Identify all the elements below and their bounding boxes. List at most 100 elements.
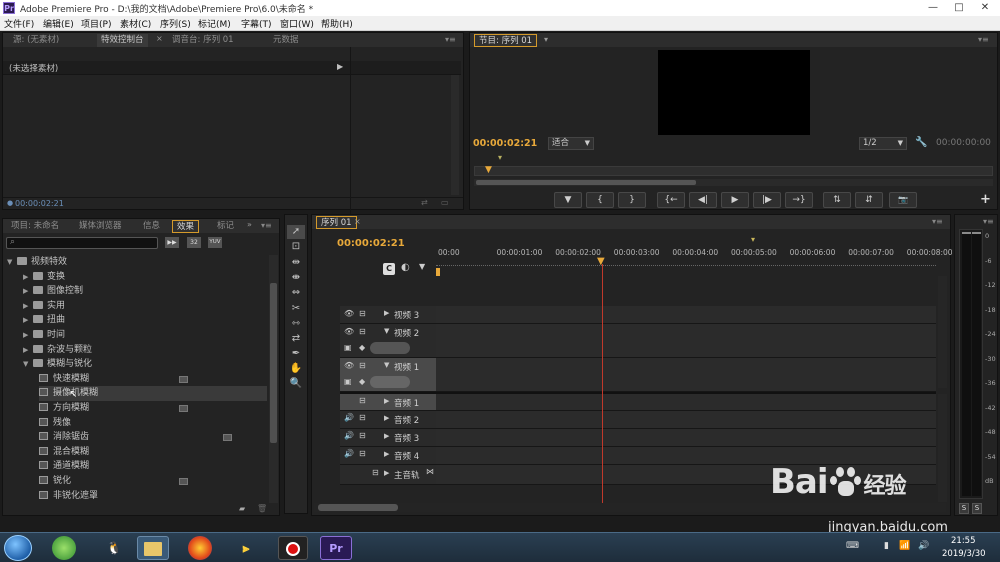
lock-icon[interactable]: ⊟ [359,449,366,458]
playhead-icon[interactable]: ▼ [485,165,492,175]
start-button-icon[interactable] [4,535,32,561]
track-select-tool-icon[interactable]: ⊡ [287,240,305,254]
rate-stretch-tool-icon[interactable]: ⇔ [287,286,305,300]
zoom-scroll-thumb[interactable] [476,180,696,185]
expand-arrow-icon[interactable]: ▶ [337,62,343,71]
track-content-audio-1[interactable] [436,394,936,411]
track-content-audio-3[interactable] [436,429,936,447]
video-tracks-scrollbar[interactable] [938,276,947,388]
effect-item[interactable]: 摄像机模糊 ↖ [39,386,267,401]
track-content-video-3[interactable] [436,306,936,324]
effect-item[interactable]: 混合模糊 [39,445,267,460]
expand-arrow-icon[interactable]: ▶ [384,450,389,458]
tab-close-icon[interactable]: × [354,217,361,226]
tab-overflow-icon[interactable]: » [247,220,252,229]
marker-icon[interactable]: ▼ [419,262,425,271]
effect-folder[interactable]: ▼ 模糊与锐化 [23,357,267,372]
keyframe-icon[interactable]: ◆ [359,377,365,386]
effect-item[interactable]: 快速模糊 [39,372,267,387]
selection-tool-icon[interactable]: ➚ [287,225,305,239]
display-style-icon[interactable]: ▣ [344,377,352,386]
effect-folder[interactable]: ▶ 图像控制 [23,284,267,299]
effect-item[interactable]: 锐化 [39,474,267,489]
panel-menu-icon[interactable]: ▾≡ [983,217,994,226]
timeline-zoom-thumb[interactable] [318,504,398,511]
collapse-arrow-icon[interactable]: ▼ [23,357,33,372]
eye-icon[interactable]: 👁 [344,309,354,318]
expand-arrow-icon[interactable]: ▶ [23,270,33,285]
playhead-line[interactable] [602,264,603,504]
menu-sequence[interactable]: 序列(S) [160,17,191,30]
delete-icon[interactable]: 🗑 [257,504,267,513]
slide-tool-icon[interactable]: ⇄ [287,332,305,346]
solo-right-button[interactable]: S [972,503,982,514]
effect-folder[interactable]: ▶ 时间 [23,328,267,343]
tab-metadata[interactable]: 元数据 [269,34,303,47]
expand-arrow-icon[interactable]: ▶ [23,343,33,358]
pen-tool-icon[interactable]: ✒ [287,347,305,361]
tab-sequence[interactable]: 序列 01 [316,216,357,229]
tree-scroll-thumb[interactable] [270,283,277,443]
zoom-scrollbar[interactable] [474,179,993,186]
expand-arrow-icon[interactable]: ▶ [384,414,389,422]
menu-help[interactable]: 帮助(H) [321,17,353,30]
tab-effect-controls[interactable]: 特效控制台 [97,34,148,47]
timeline-timecode[interactable]: 00:00:02:21 [337,238,405,249]
menu-project[interactable]: 项目(P) [81,17,111,30]
effect-folder[interactable]: ▶ 杂波与颗粒 [23,343,267,358]
yuv-effects-toggle[interactable]: YUV [208,237,222,248]
expand-arrow-icon[interactable]: ▶ [384,397,389,405]
lock-icon[interactable]: ⊟ [359,327,366,336]
search-input[interactable]: ⌕ [6,237,158,249]
zoom-tool-icon[interactable]: 🔍 [287,377,305,391]
menu-window[interactable]: 窗口(W) [280,17,314,30]
lock-icon[interactable]: ⊟ [359,431,366,440]
menu-file[interactable]: 文件(F) [4,17,34,30]
wrench-icon[interactable]: 🔧 [915,137,927,148]
tab-media-browser[interactable]: 媒体浏览器 [75,220,126,233]
firefox-icon[interactable] [188,536,212,560]
track-header-audio-1[interactable]: ⊟ ▶ 音频 1 [340,394,436,411]
track-header-video-2[interactable]: 👁 ⊟ ▼ 视频 2 ▣ ◆ [340,324,436,358]
audio-tracks-scrollbar[interactable] [938,394,947,502]
lock-icon[interactable]: ⊟ [359,396,366,405]
track-content-video-1[interactable] [436,358,936,392]
solo-left-button[interactable]: S [959,503,969,514]
scrollbar[interactable] [451,75,459,195]
expand-arrow-icon[interactable]: ▶ [384,469,389,477]
maximize-button[interactable]: □ [946,0,972,16]
panel-menu-icon[interactable]: ▾≡ [445,35,456,44]
go-to-out-button[interactable]: →} [785,192,813,208]
effect-folder[interactable]: ▶ 实用 [23,299,267,314]
effect-folder[interactable]: ▶ 扭曲 [23,313,267,328]
export-icon[interactable]: ▭ [441,198,449,207]
track-header-audio-2[interactable]: 🔊 ⊟ ▶ 音频 2 [340,411,436,429]
menu-marker[interactable]: 标记(M) [198,17,231,30]
volume-icon[interactable]: 🔊 [918,541,929,551]
menu-clip[interactable]: 素材(C) [120,17,151,30]
tree-scrollbar[interactable] [269,255,278,503]
collapse-arrow-icon[interactable]: ▼ [7,255,17,270]
track-header-master[interactable]: ⊟ ▶ 主音轨 ⋈ [340,465,436,485]
work-area-start[interactable] [436,268,440,276]
go-to-in-button[interactable]: {← [657,192,685,208]
lock-icon[interactable]: ⊟ [372,468,379,477]
step-forward-button[interactable]: |▶ [753,192,781,208]
razor-tool-icon[interactable]: ✂ [287,302,305,316]
step-back-button[interactable]: ◀| [689,192,717,208]
track-content-audio-2[interactable] [436,411,936,429]
video-preview[interactable] [658,50,810,135]
media-player-icon[interactable]: ⫸ [232,536,260,560]
display-style-icon[interactable]: ▣ [344,343,352,352]
ripple-edit-tool-icon[interactable]: ⇹ [287,256,305,270]
master-output-icon[interactable]: ⋈ [426,467,434,476]
track-content-video-2[interactable] [436,324,936,358]
extract-button[interactable]: ⇵ [855,192,883,208]
device-icon[interactable]: ▮ [884,541,889,551]
keyframe-icon[interactable]: ◆ [359,343,365,352]
timeline-zoom-scrollbar[interactable] [314,503,946,512]
add-marker-button[interactable]: ▼ [554,192,582,208]
effect-item[interactable]: 方向模糊 [39,401,267,416]
32bit-effects-toggle[interactable]: 32 [187,237,201,248]
work-area-marker-icon[interactable]: ▾ [751,235,755,244]
